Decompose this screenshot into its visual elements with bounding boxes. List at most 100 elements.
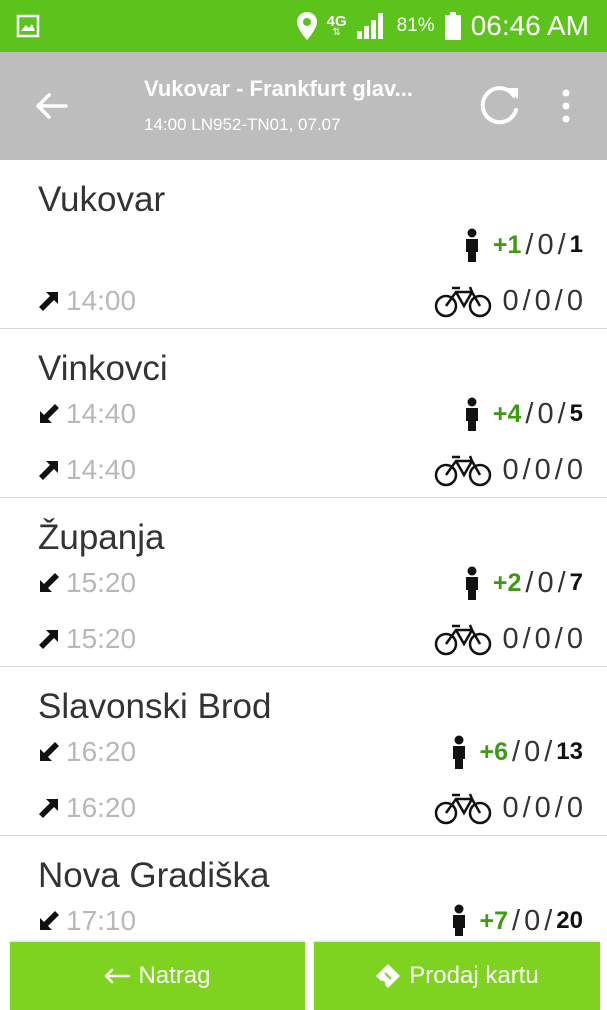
arrival-arrow-icon <box>40 404 59 423</box>
passengers-alighting: 0 <box>524 735 541 768</box>
departure-line: 15:20 0 / 0 / 0 <box>0 617 607 661</box>
departure-time: 14:00 <box>66 285 137 316</box>
passenger-counts: +6 / 0 / 13 <box>450 730 583 774</box>
bikes-value: 0 <box>534 453 551 486</box>
page-title: Vukovar - Frankfurt glav... <box>144 76 413 101</box>
status-bar: 4G ⇅ 81% 06:46 AM <box>0 0 607 52</box>
data-arrows-icon: ⇅ <box>332 27 341 38</box>
station-name: Slavonski Brod <box>38 687 272 726</box>
app-toolbar: Vukovar - Frankfurt glav... 14:00 LN952-… <box>0 52 607 160</box>
clock: 06:46 AM <box>470 10 589 41</box>
arrival-line: 17:10 +7 / 0 / 20 <box>0 899 607 936</box>
departure-arrow-icon <box>39 292 58 311</box>
separator: / <box>554 791 563 824</box>
person-icon <box>452 904 465 936</box>
battery-percent: 81% <box>396 15 435 36</box>
bikes-value: 0 <box>534 622 551 655</box>
passengers-alighting: 0 <box>537 566 554 599</box>
station-row[interactable]: Županja 15:20 +2 / 0 / 7 15:20 0 / 0 / 0 <box>0 498 607 667</box>
bikes-value: 0 <box>534 284 551 317</box>
departure-arrow-icon <box>39 799 58 818</box>
arrival-line: 16:20 +6 / 0 / 13 <box>0 730 607 774</box>
bike-counts: 0 / 0 / 0 <box>434 448 583 492</box>
separator: / <box>525 228 534 261</box>
image-icon <box>16 14 40 38</box>
more-vert-icon[interactable] <box>556 86 576 126</box>
arrival-line: 15:20 +2 / 0 / 7 <box>0 561 607 605</box>
arrival-arrow-icon <box>40 911 59 930</box>
passengers-total: 7 <box>569 569 583 596</box>
bikes-value: 0 <box>566 453 583 486</box>
arrival-time: 17:10 <box>66 905 137 936</box>
separator: / <box>512 735 521 768</box>
departure-time: 14:40 <box>66 454 137 485</box>
bicycle-icon <box>435 286 492 318</box>
passenger-counts: +4 / 0 / 5 <box>463 392 583 436</box>
sell-ticket-label: Prodaj kartu <box>409 962 539 989</box>
station-row[interactable]: Nova Gradiška 17:10 +7 / 0 / 20 <box>0 836 607 936</box>
departure-arrow-icon <box>39 630 58 649</box>
bikes-value: 0 <box>502 622 519 655</box>
arrival-time: 14:40 <box>66 398 137 429</box>
back-button[interactable]: Natrag <box>10 942 305 1010</box>
departure-line: 16:20 0 / 0 / 0 <box>0 786 607 830</box>
arrival-arrow-icon <box>40 573 59 592</box>
separator: / <box>522 453 531 486</box>
separator: / <box>544 904 553 937</box>
person-icon <box>465 397 478 431</box>
bike-counts: 0 / 0 / 0 <box>434 279 583 323</box>
separator: / <box>554 453 563 486</box>
back-button-label: Natrag <box>138 962 211 989</box>
station-list[interactable]: Vukovar +1 / 0 / 1 14:00 0 / 0 / 0 Vinko… <box>0 160 607 936</box>
passengers-alighting: 0 <box>537 228 554 261</box>
departure-time: 16:20 <box>66 792 137 823</box>
passengers-boarding: +4 <box>492 399 522 428</box>
passenger-counts: +7 / 0 / 20 <box>450 899 583 936</box>
station-name: Županja <box>38 518 165 557</box>
bicycle-icon <box>435 455 492 487</box>
passengers-total: 5 <box>569 400 583 427</box>
page-subtitle: 14:00 LN952-TN01, 07.07 <box>144 115 341 134</box>
bike-counts: 0 / 0 / 0 <box>434 786 583 830</box>
passengers-boarding: +6 <box>479 737 509 766</box>
ticket-icon <box>376 964 401 988</box>
separator: / <box>525 397 534 430</box>
arrival-line: 14:40 +4 / 0 / 5 <box>0 392 607 436</box>
station-name: Vinkovci <box>38 349 168 388</box>
separator: / <box>554 284 563 317</box>
station-name: Vukovar <box>38 180 166 219</box>
battery-icon <box>444 12 461 40</box>
bikes-value: 0 <box>534 791 551 824</box>
signal-icon <box>356 13 383 39</box>
bike-counts: 0 / 0 / 0 <box>434 617 583 661</box>
separator: / <box>525 566 534 599</box>
bikes-value: 0 <box>502 284 519 317</box>
separator: / <box>557 566 566 599</box>
passengers-boarding: +1 <box>492 230 522 259</box>
arrow-left-icon <box>105 968 131 984</box>
bottom-action-bar: Natrag Prodaj kartu <box>0 936 607 1010</box>
station-row[interactable]: Vinkovci 14:40 +4 / 0 / 5 14:40 0 / 0 / … <box>0 329 607 498</box>
passengers-boarding: +2 <box>492 568 522 597</box>
departure-time: 15:20 <box>66 623 137 654</box>
station-row[interactable]: Slavonski Brod 16:20 +6 / 0 / 13 16:20 0… <box>0 667 607 836</box>
separator: / <box>522 791 531 824</box>
passengers-alighting: 0 <box>524 904 541 937</box>
bikes-value: 0 <box>566 284 583 317</box>
passenger-counts: +1 / 0 / 1 <box>463 223 583 267</box>
arrival-line: +1 / 0 / 1 <box>0 223 607 267</box>
bikes-value: 0 <box>566 622 583 655</box>
back-arrow-icon[interactable] <box>32 86 72 126</box>
person-icon <box>465 228 478 262</box>
location-pin-icon <box>296 12 317 40</box>
sell-ticket-button[interactable]: Prodaj kartu <box>314 942 600 1010</box>
arrival-arrow-icon <box>40 742 59 761</box>
arrival-time: 16:20 <box>66 736 137 767</box>
passengers-boarding: +7 <box>479 906 509 935</box>
bicycle-icon <box>435 624 492 656</box>
separator: / <box>557 228 566 261</box>
departure-line: 14:00 0 / 0 / 0 <box>0 279 607 323</box>
station-row[interactable]: Vukovar +1 / 0 / 1 14:00 0 / 0 / 0 <box>0 160 607 329</box>
separator: / <box>522 284 531 317</box>
refresh-icon[interactable] <box>474 80 526 132</box>
